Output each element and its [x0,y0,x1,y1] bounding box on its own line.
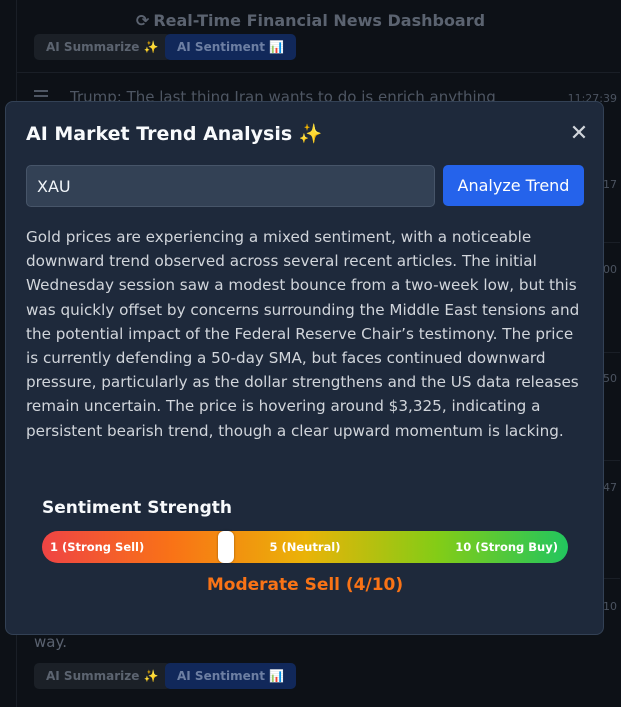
gauge-min-label: 1 (Strong Sell) [50,540,145,554]
gauge-marker [217,531,234,563]
modal-title: AI Market Trend Analysis ✨ [26,123,323,145]
sentiment-gauge: 1 (Strong Sell) 5 (Neutral) 10 (Strong B… [42,531,568,563]
ticker-input[interactable] [26,165,435,207]
ai-summarize-button[interactable]: AI Summarize ✨ [34,663,171,689]
news-timestamp: 47 [603,481,617,494]
news-snippet: way. [34,633,67,651]
gauge-mid-label: 5 (Neutral) [269,540,341,554]
sentiment-title: Sentiment Strength [42,498,233,518]
ai-summarize-button[interactable]: AI Summarize ✨ [34,34,171,60]
sentiment-verdict: Moderate Sell (4/10) [206,575,404,595]
news-timestamp: 17 [603,178,617,191]
gauge-max-label: 10 (Strong Buy) [455,540,558,554]
news-timestamp: 10 [603,600,617,613]
analyze-trend-button[interactable]: Analyze Trend [443,165,584,206]
news-timestamp: 50 [603,372,617,385]
ai-sentiment-button[interactable]: AI Sentiment 📊 [165,34,297,60]
analysis-text: Gold prices are experiencing a mixed sen… [26,228,580,440]
close-icon[interactable]: ✕ [569,123,589,145]
news-timestamp: 00 [603,263,617,276]
divider [17,72,620,73]
dashboard-title: Real-Time Financial News Dashboard [153,11,486,30]
trend-analysis-modal: AI Market Trend Analysis ✨ ✕ Analyze Tre… [5,101,604,635]
ai-sentiment-button[interactable]: AI Sentiment 📊 [165,663,297,689]
refresh-icon: ⟳ [135,11,150,30]
